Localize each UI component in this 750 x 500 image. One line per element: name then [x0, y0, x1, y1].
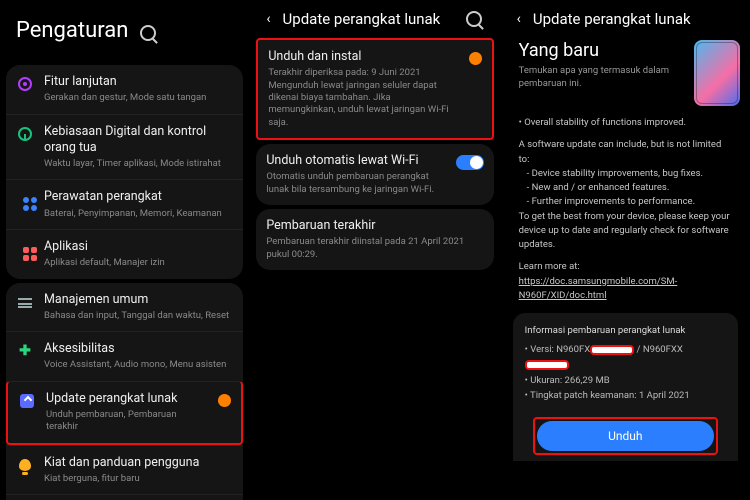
row-title: Perawatan perangkat	[44, 189, 233, 205]
update-detail-panel: ‹ Update perangkat lunak Yang baru Temuk…	[500, 0, 750, 500]
row-title: Kebiasaan Digital dan kontrol orang tua	[44, 124, 233, 157]
row-subtitle: Baterai, Penyimpanan, Memori, Keamanan	[44, 208, 233, 220]
settings-row-dig[interactable]: Kebiasaan Digital dan kontrol orang tuaW…	[6, 114, 243, 180]
row-subtitle: Waktu layar, Timer aplikasi, Mode istira…	[44, 158, 233, 170]
header: Pengaturan	[6, 0, 243, 61]
row-subtitle: Otomatis unduh pembaruan perangkat lunak…	[266, 171, 445, 196]
settings-row-adv[interactable]: Fitur lanjutan Gerakan dan gestur, Mode s…	[6, 65, 243, 114]
phone-image	[694, 40, 740, 106]
notification-badge	[469, 52, 482, 65]
row-subtitle: Aplikasi default, Manajer izin	[44, 257, 233, 269]
redacted-box	[525, 360, 569, 370]
update-row-0[interactable]: Unduh dan instal Terakhir diperiksa pada:…	[258, 40, 491, 138]
adv-icon	[16, 75, 34, 93]
back-icon[interactable]: ‹	[513, 11, 525, 27]
row-subtitle: Terakhir diperiksa pada: 9 Juni 2021 Men…	[268, 67, 458, 129]
row-subtitle: Gerakan dan gestur, Mode satu tangan	[44, 92, 233, 104]
gen-icon	[16, 293, 34, 311]
wifi-auto-toggle[interactable]	[456, 155, 484, 170]
body-bullet: - Further improvements to performance.	[519, 195, 732, 209]
info-version: • Versi: N960FX / N960FXX	[525, 342, 726, 372]
settings-row-upd[interactable]: Update perangkat lunak Unduh pembaruan, P…	[6, 381, 243, 445]
settings-row-acc[interactable]: ✚ Aksesibilitas Voice Assistant, Audio mon…	[6, 331, 243, 381]
redacted-box	[590, 345, 634, 355]
settings-row-about[interactable]: Tentang ponselStatus, Informasi hukum, N…	[6, 494, 243, 500]
body-bullet: - Device stability improvements, bug fix…	[519, 167, 732, 181]
hero-title: Yang baru	[519, 40, 684, 61]
info-patch: • Tingkat patch keamanan: 1 April 2021	[525, 388, 726, 403]
update-card: Unduh dan instal Terakhir diperiksa pada:…	[256, 38, 493, 140]
header: ‹ Update perangkat lunak	[507, 0, 744, 34]
row-title: Fitur lanjutan	[44, 74, 233, 90]
search-icon[interactable]	[140, 25, 156, 41]
body-note: To get the best from your device, please…	[519, 210, 732, 253]
info-title: Informasi pembaruan perangkat lunak	[525, 323, 726, 338]
body-intro: A software update can include, but is no…	[519, 138, 732, 167]
tip-icon	[16, 456, 34, 474]
hero-subtitle: Temukan apa yang termasuk dalam pembarua…	[519, 65, 684, 91]
settings-row-apps[interactable]: Aplikasi Aplikasi default, Manajer izin	[6, 229, 243, 279]
update-card: Pembaruan terakhir Pembaruan terakhir dii…	[256, 209, 493, 270]
settings-panel: Pengaturan Fitur lanjutan Gerakan dan ges…	[0, 0, 249, 500]
row-title: Kiat dan panduan pengguna	[44, 455, 233, 471]
page-title: Update perangkat lunak	[283, 10, 458, 28]
settings-group: Fitur lanjutan Gerakan dan gestur, Mode s…	[6, 65, 243, 279]
settings-row-tip[interactable]: Kiat dan panduan pengguna Kiat berguna, f…	[6, 445, 243, 495]
settings-row-care[interactable]: Perawatan perangkat Baterai, Penyimpanan,…	[6, 179, 243, 229]
update-row-2[interactable]: Pembaruan terakhir Pembaruan terakhir dii…	[256, 209, 493, 270]
row-subtitle: Kiat berguna, fitur baru	[44, 473, 233, 485]
update-list-panel: ‹ Update perangkat lunak Unduh dan insta…	[249, 0, 499, 500]
settings-row-gen[interactable]: Manajemen umum Bahasa dan input, Tanggal …	[6, 283, 243, 332]
back-icon[interactable]: ‹	[262, 11, 274, 27]
download-wrap: Unduh	[513, 409, 738, 461]
row-subtitle: Voice Assistant, Audio mono, Menu asiste…	[44, 359, 233, 371]
body-lead: • Overall stability of functions improve…	[519, 116, 732, 130]
page-title: Update perangkat lunak	[533, 10, 738, 28]
row-title: Aksesibilitas	[44, 341, 233, 357]
hero: Yang baru Temukan apa yang termasuk dala…	[507, 34, 744, 116]
notification-badge	[218, 394, 231, 407]
upd-icon	[18, 392, 36, 410]
update-info-card: Informasi pembaruan perangkat lunak • Ve…	[513, 313, 738, 409]
learn-link[interactable]: https://doc.samsungmobile.com/SM-N960F/X…	[519, 276, 678, 301]
row-title: Manajemen umum	[44, 292, 233, 308]
row-title: Aplikasi	[44, 239, 233, 255]
row-title: Unduh otomatis lewat Wi-Fi	[266, 153, 445, 169]
header: ‹ Update perangkat lunak	[256, 0, 493, 34]
row-title: Update perangkat lunak	[46, 391, 208, 407]
update-card: Unduh otomatis lewat Wi-Fi Otomatis unduh…	[256, 144, 493, 205]
body-bullet: - New and / or enhanced features.	[519, 181, 732, 195]
settings-group: Manajemen umum Bahasa dan input, Tanggal …	[6, 283, 243, 500]
row-title: Unduh dan instal	[268, 49, 458, 65]
download-button[interactable]: Unduh	[537, 421, 714, 451]
page-title: Pengaturan	[12, 10, 132, 55]
row-subtitle: Bahasa dan input, Tanggal dan waktu, Res…	[44, 310, 233, 322]
acc-icon: ✚	[16, 342, 34, 360]
apps-icon	[16, 240, 34, 258]
info-size: • Ukuran: 266,29 MB	[525, 373, 726, 388]
row-subtitle: Unduh pembaruan, Pembaruan terakhir	[46, 409, 208, 434]
row-subtitle: Pembaruan terakhir diinstal pada 21 Apri…	[266, 236, 483, 261]
update-row-1[interactable]: Unduh otomatis lewat Wi-Fi Otomatis unduh…	[256, 144, 493, 205]
dig-icon	[16, 125, 34, 143]
update-body: • Overall stability of functions improve…	[507, 116, 744, 303]
learn-label: Learn more at:	[519, 260, 732, 274]
search-icon[interactable]	[466, 11, 482, 27]
row-title: Pembaruan terakhir	[266, 218, 483, 234]
care-icon	[16, 190, 34, 208]
